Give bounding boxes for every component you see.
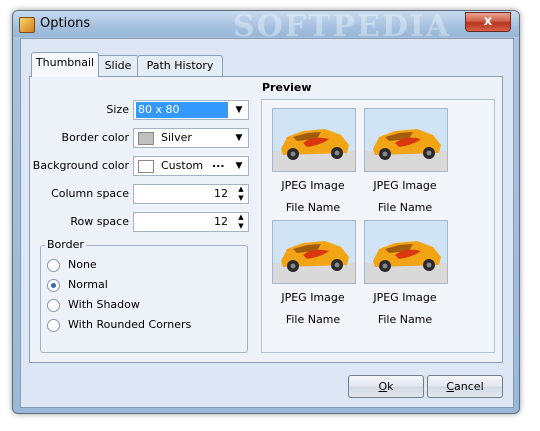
app-icon — [19, 17, 35, 33]
title-bar[interactable]: Options SOFTPEDIA x — [13, 11, 519, 44]
thumbnail-tab-panel: Size 80 x 80 ▼ Border color Silver ▼ Bac… — [29, 76, 503, 363]
border-color-label: Border color — [61, 131, 129, 144]
dialog-client: Thumbnail Slide Path History Size 80 x 8… — [20, 38, 514, 408]
color-swatch-icon — [138, 160, 154, 173]
preview-name-label: File Name — [377, 313, 433, 326]
size-dropdown[interactable]: 80 x 80 ▼ — [133, 100, 249, 120]
radio-none[interactable] — [47, 259, 60, 272]
border-color-dropdown[interactable]: Silver ▼ — [133, 128, 249, 148]
radio-rounded-corners[interactable] — [47, 319, 60, 332]
ok-label: k — [387, 380, 394, 393]
background-color-label: Background color — [32, 159, 129, 172]
ok-button[interactable]: Ok — [348, 375, 424, 398]
close-button[interactable]: x — [465, 12, 511, 32]
row-space-label: Row space — [70, 215, 129, 228]
preview-title: Preview — [262, 81, 312, 94]
preview-type-label: JPEG Image — [281, 291, 345, 304]
size-value: 80 x 80 — [136, 102, 228, 118]
tab-slide[interactable]: Slide — [97, 55, 139, 76]
spin-buttons[interactable]: ▲ ▼ — [234, 185, 248, 203]
background-color-dropdown[interactable]: Custom ... ▼ — [133, 156, 249, 176]
column-space-value: 12 — [214, 187, 228, 200]
preview-type-label: JPEG Image — [373, 179, 437, 192]
row-space-value: 12 — [214, 215, 228, 228]
column-space-stepper[interactable]: 12 ▲ ▼ — [133, 184, 249, 204]
border-groupbox: Border None Normal With Shadow With Roun… — [40, 238, 248, 353]
radio-with-shadow[interactable] — [47, 299, 60, 312]
chevron-down-icon[interactable]: ▼ — [230, 157, 248, 175]
preview-area: JPEG Image File Name JPEG Image File Nam… — [261, 99, 495, 353]
radio-normal-label[interactable]: Normal — [68, 278, 108, 291]
arrow-up-icon[interactable]: ▲ — [238, 185, 243, 193]
chevron-down-icon[interactable]: ▼ — [230, 101, 248, 119]
size-label: Size — [106, 103, 129, 116]
color-swatch-icon — [138, 132, 154, 145]
border-color-value: Silver — [161, 131, 192, 144]
radio-normal[interactable] — [47, 279, 60, 292]
preview-name-label: File Name — [377, 201, 433, 214]
background-color-value: Custom — [161, 159, 204, 172]
window-title: Options — [40, 16, 91, 31]
cancel-accel: C — [446, 380, 455, 393]
radio-none-label[interactable]: None — [68, 258, 97, 271]
preview-thumbnail — [364, 108, 448, 172]
more-dots: ... — [212, 157, 225, 170]
arrow-up-icon[interactable]: ▲ — [238, 213, 243, 221]
arrow-down-icon[interactable]: ▼ — [238, 194, 243, 202]
tab-thumbnail[interactable]: Thumbnail — [31, 52, 99, 77]
preview-name-label: File Name — [285, 201, 341, 214]
chevron-down-icon[interactable]: ▼ — [230, 129, 248, 147]
column-space-label: Column space — [51, 187, 129, 200]
tab-path-history[interactable]: Path History — [137, 55, 223, 76]
preview-thumbnail — [272, 220, 356, 284]
row-space-stepper[interactable]: 12 ▲ ▼ — [133, 212, 249, 232]
radio-with-shadow-label[interactable]: With Shadow — [68, 298, 140, 311]
preview-thumbnail — [272, 108, 356, 172]
preview-thumbnail — [364, 220, 448, 284]
spin-buttons[interactable]: ▲ ▼ — [234, 213, 248, 231]
arrow-down-icon[interactable]: ▼ — [238, 222, 243, 230]
preview-name-label: File Name — [285, 313, 341, 326]
cancel-button[interactable]: Cancel — [427, 375, 503, 398]
cancel-label: ancel — [454, 380, 484, 393]
preview-type-label: JPEG Image — [281, 179, 345, 192]
border-group-title: Border — [45, 238, 86, 251]
preview-type-label: JPEG Image — [373, 291, 437, 304]
radio-rounded-corners-label[interactable]: With Rounded Corners — [68, 318, 191, 331]
ok-accel: O — [378, 380, 388, 393]
options-dialog: Options SOFTPEDIA x Thumbnail Slide Path… — [12, 10, 520, 414]
